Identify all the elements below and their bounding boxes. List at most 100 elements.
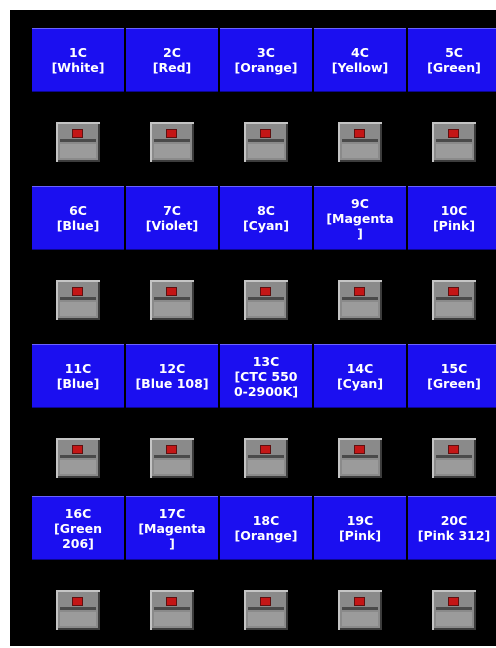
color-button-9c[interactable]: 9C [Magenta ] — [314, 186, 406, 250]
flag-cell — [408, 280, 496, 322]
color-button-3c[interactable]: 3C [Orange] — [220, 28, 312, 92]
color-button-8c[interactable]: 8C [Cyan] — [220, 186, 312, 250]
flag-cell — [314, 438, 406, 480]
red-indicator-icon — [355, 598, 364, 605]
flag-lower — [248, 460, 284, 474]
flag-cell — [32, 590, 124, 632]
color-button-row-3: 11C [Blue] 12C [Blue 108] 13C [CTC 550 0… — [32, 344, 496, 408]
flag-cell — [220, 280, 312, 322]
color-button-label: 16C [Green 206] — [54, 505, 102, 551]
flag-cell — [126, 280, 218, 322]
color-button-label: 10C [Pink] — [432, 203, 476, 233]
flag-bar — [248, 297, 284, 300]
color-button-16c[interactable]: 16C [Green 206] — [32, 496, 124, 560]
red-indicator-icon — [449, 446, 458, 453]
red-indicator-icon — [167, 288, 176, 295]
color-button-18c[interactable]: 18C [Orange] — [220, 496, 312, 560]
flag-bar — [342, 455, 378, 458]
red-indicator-icon — [449, 130, 458, 137]
red-indicator-icon — [73, 598, 82, 605]
red-indicator-icon — [261, 598, 270, 605]
flag-lower — [60, 302, 96, 316]
flag-row-2 — [32, 280, 496, 322]
color-button-14c[interactable]: 14C [Cyan] — [314, 344, 406, 408]
flag-toggle-icon[interactable] — [432, 590, 476, 630]
red-indicator-icon — [355, 130, 364, 137]
flag-row-1 — [32, 122, 496, 164]
color-button-6c[interactable]: 6C [Blue] — [32, 186, 124, 250]
flag-toggle-icon[interactable] — [56, 280, 100, 320]
color-button-19c[interactable]: 19C [Pink] — [314, 496, 406, 560]
color-button-12c[interactable]: 12C [Blue 108] — [126, 344, 218, 408]
flag-toggle-icon[interactable] — [244, 590, 288, 630]
flag-bar — [154, 607, 190, 610]
flag-toggle-icon[interactable] — [338, 590, 382, 630]
flag-cell — [408, 438, 496, 480]
color-button-label: 11C [Blue] — [56, 361, 100, 391]
color-button-label: 13C [CTC 550 0-2900K] — [233, 353, 299, 399]
flag-cell — [126, 122, 218, 164]
flag-toggle-icon[interactable] — [432, 122, 476, 162]
flag-toggle-icon[interactable] — [432, 438, 476, 478]
flag-bar — [342, 297, 378, 300]
color-button-20c[interactable]: 20C [Pink 312] — [408, 496, 496, 560]
color-button-2c[interactable]: 2C [Red] — [126, 28, 218, 92]
red-indicator-icon — [449, 598, 458, 605]
color-button-5c[interactable]: 5C [Green] — [408, 28, 496, 92]
color-button-label: 19C [Pink] — [338, 513, 382, 543]
color-button-7c[interactable]: 7C [Violet] — [126, 186, 218, 250]
color-button-15c[interactable]: 15C [Green] — [408, 344, 496, 408]
color-button-4c[interactable]: 4C [Yellow] — [314, 28, 406, 92]
color-button-17c[interactable]: 17C [Magenta ] — [126, 496, 218, 560]
flag-toggle-icon[interactable] — [56, 438, 100, 478]
flag-bar — [248, 455, 284, 458]
color-button-1c[interactable]: 1C [White] — [32, 28, 124, 92]
flag-toggle-icon[interactable] — [150, 122, 194, 162]
color-button-label: 8C [Cyan] — [242, 203, 290, 233]
flag-bar — [248, 139, 284, 142]
flag-cell — [126, 438, 218, 480]
flag-toggle-icon[interactable] — [56, 590, 100, 630]
flag-row-4 — [32, 590, 496, 632]
flag-lower — [436, 144, 472, 158]
red-indicator-icon — [167, 598, 176, 605]
flag-bar — [436, 607, 472, 610]
color-button-label: 20C [Pink 312] — [417, 513, 491, 543]
flag-toggle-icon[interactable] — [338, 280, 382, 320]
color-button-label: 18C [Orange] — [234, 513, 298, 543]
red-indicator-icon — [261, 446, 270, 453]
color-button-label: 1C [White] — [51, 45, 105, 75]
flag-toggle-icon[interactable] — [150, 590, 194, 630]
flag-lower — [342, 612, 378, 626]
flag-bar — [60, 139, 96, 142]
color-button-label: 6C [Blue] — [56, 203, 100, 233]
flag-bar — [60, 297, 96, 300]
flag-lower — [436, 612, 472, 626]
flag-bar — [436, 297, 472, 300]
color-button-row-1: 1C [White] 2C [Red] 3C [Orange] 4C [Yell… — [32, 28, 496, 92]
color-button-label: 12C [Blue 108] — [135, 361, 209, 391]
flag-toggle-icon[interactable] — [432, 280, 476, 320]
flag-toggle-icon[interactable] — [150, 438, 194, 478]
flag-toggle-icon[interactable] — [244, 122, 288, 162]
red-indicator-icon — [167, 130, 176, 137]
color-button-13c[interactable]: 13C [CTC 550 0-2900K] — [220, 344, 312, 408]
flag-bar — [154, 297, 190, 300]
color-button-10c[interactable]: 10C [Pink] — [408, 186, 496, 250]
flag-row-3 — [32, 438, 496, 480]
color-button-label: 5C [Green] — [427, 45, 481, 75]
flag-toggle-icon[interactable] — [150, 280, 194, 320]
red-indicator-icon — [355, 446, 364, 453]
color-button-label: 3C [Orange] — [234, 45, 298, 75]
flag-toggle-icon[interactable] — [338, 122, 382, 162]
flag-toggle-icon[interactable] — [244, 280, 288, 320]
flag-toggle-icon[interactable] — [338, 438, 382, 478]
flag-toggle-icon[interactable] — [56, 122, 100, 162]
color-button-label: 4C [Yellow] — [331, 45, 389, 75]
color-button-label: 14C [Cyan] — [336, 361, 384, 391]
color-button-row-4: 16C [Green 206] 17C [Magenta ] 18C [Oran… — [32, 496, 496, 560]
color-button-11c[interactable]: 11C [Blue] — [32, 344, 124, 408]
flag-toggle-icon[interactable] — [244, 438, 288, 478]
color-button-label: 17C [Magenta ] — [138, 505, 206, 551]
flag-cell — [32, 438, 124, 480]
